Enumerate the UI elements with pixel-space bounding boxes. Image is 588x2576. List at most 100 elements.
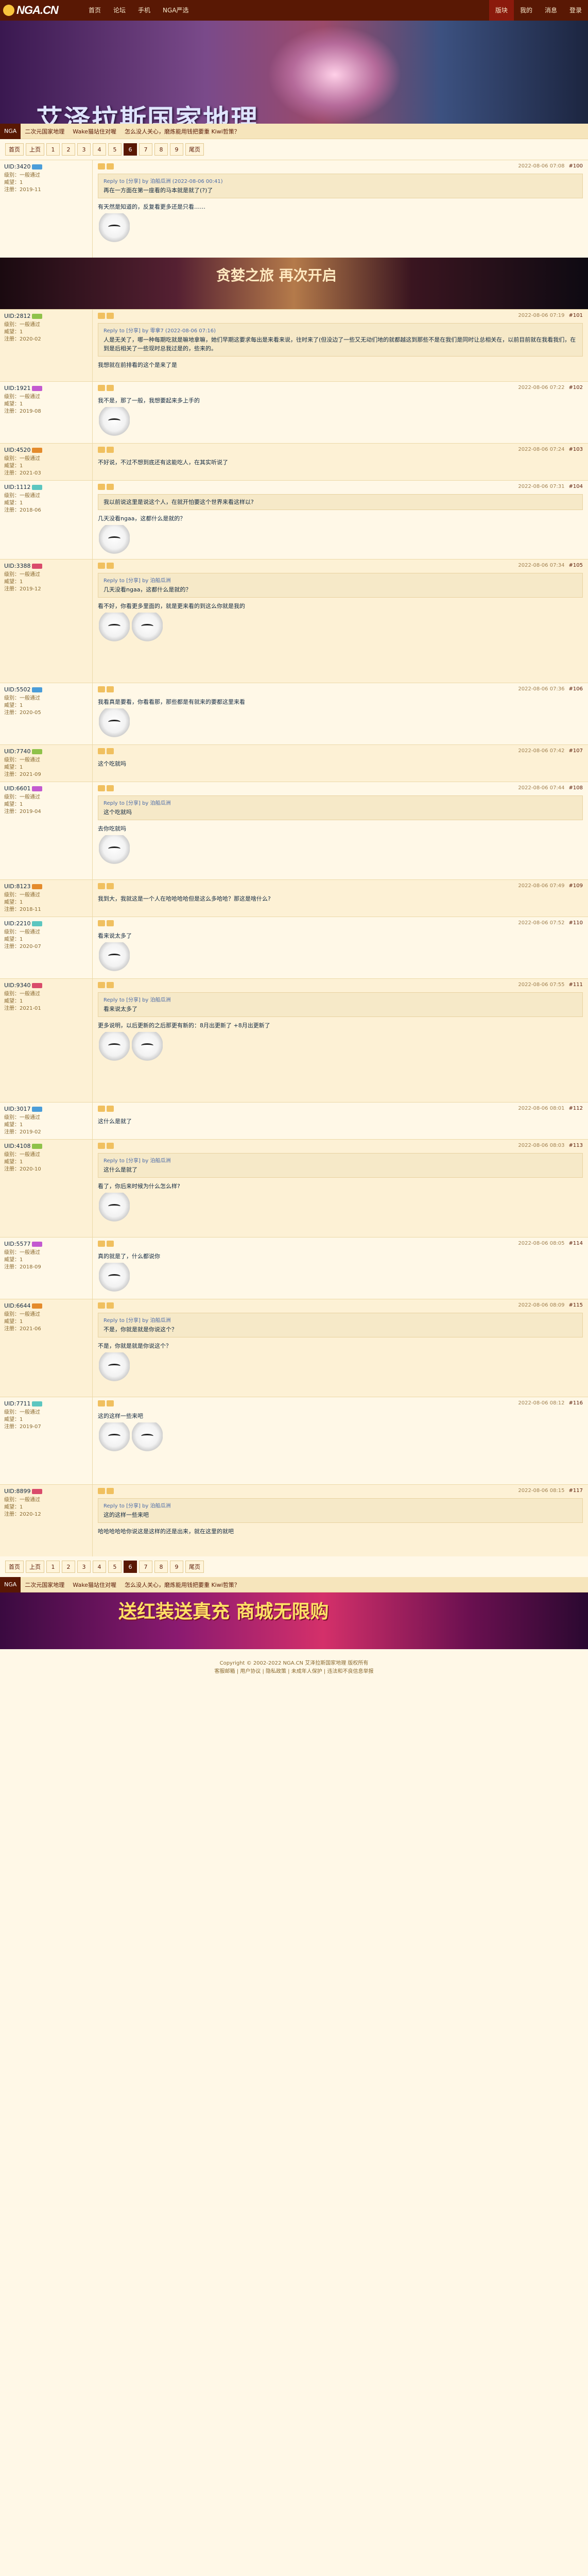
- nav-link-home[interactable]: 首页: [82, 0, 107, 21]
- user-name[interactable]: UID:7711: [4, 1400, 88, 1407]
- quote-icon[interactable]: [107, 982, 114, 988]
- post-floor[interactable]: #106: [569, 686, 583, 692]
- quote-icon[interactable]: [107, 484, 114, 490]
- user-id[interactable]: UID:7740: [4, 748, 30, 755]
- quote-icon[interactable]: [107, 563, 114, 569]
- post-floor[interactable]: #115: [569, 1302, 583, 1308]
- quote-header[interactable]: Reply to [分享] by 泊船瓜洲: [103, 996, 577, 1005]
- quote-header[interactable]: Reply to [分享] by 泊船瓜洲: [103, 1157, 577, 1165]
- sub-bar-item[interactable]: 二次元国家地理: [21, 127, 68, 135]
- user-name[interactable]: UID:4108: [4, 1143, 88, 1149]
- pager-page[interactable]: 2: [62, 143, 75, 156]
- user-id[interactable]: UID:3017: [4, 1106, 30, 1112]
- user-name[interactable]: UID:8899: [4, 1488, 88, 1495]
- user-id[interactable]: UID:6601: [4, 785, 30, 792]
- quote-icon[interactable]: [107, 385, 114, 391]
- quote-icon[interactable]: [107, 1143, 114, 1149]
- quote-icon[interactable]: [107, 1106, 114, 1112]
- reply-icon[interactable]: [98, 1400, 105, 1406]
- pager-page[interactable]: 8: [154, 143, 168, 156]
- user-id[interactable]: UID:1921: [4, 385, 30, 392]
- reply-icon[interactable]: [98, 686, 105, 692]
- sub-bar-item[interactable]: Wake猫站住对喔: [68, 127, 120, 135]
- reply-icon[interactable]: [98, 563, 105, 569]
- reply-icon[interactable]: [98, 1241, 105, 1247]
- site-logo[interactable]: NGA.CN: [0, 0, 77, 21]
- pager-last[interactable]: 尾页: [185, 143, 204, 156]
- post-floor[interactable]: #108: [569, 785, 583, 791]
- pager-page[interactable]: 9: [170, 143, 183, 156]
- post-floor[interactable]: #111: [569, 982, 583, 988]
- sub-bar-item[interactable]: 怎么没人关心，磨炼能用钱把要重 Kiwi哲策？: [120, 1581, 244, 1589]
- user-id[interactable]: UID:3420: [4, 163, 30, 170]
- quote-icon[interactable]: [107, 785, 114, 791]
- user-name[interactable]: UID:8123: [4, 883, 88, 890]
- user-name[interactable]: UID:2812: [4, 313, 88, 319]
- pager-page[interactable]: 5: [108, 1561, 122, 1573]
- user-id[interactable]: UID:5502: [4, 686, 30, 693]
- reply-icon[interactable]: [98, 447, 105, 453]
- quote-icon[interactable]: [107, 163, 114, 170]
- quote-icon[interactable]: [107, 447, 114, 453]
- reply-icon[interactable]: [98, 484, 105, 490]
- pager-page[interactable]: 5: [108, 143, 122, 156]
- user-name[interactable]: UID:9340: [4, 982, 88, 989]
- pager-first[interactable]: 首页: [5, 143, 24, 156]
- pager-first[interactable]: 首页: [5, 1561, 24, 1573]
- pager-page[interactable]: 4: [93, 143, 106, 156]
- post-floor[interactable]: #101: [569, 313, 583, 318]
- pager-page[interactable]: 7: [139, 143, 152, 156]
- reply-icon[interactable]: [98, 785, 105, 791]
- pager-page[interactable]: 2: [62, 1561, 75, 1573]
- post-floor[interactable]: #116: [569, 1400, 583, 1406]
- quote-icon[interactable]: [107, 686, 114, 692]
- bottom-ad-banner[interactable]: 送红装送真充 商城无限购: [0, 1592, 588, 1649]
- reply-icon[interactable]: [98, 748, 105, 754]
- nav-messages[interactable]: 消息: [539, 0, 563, 21]
- quote-icon[interactable]: [107, 1241, 114, 1247]
- user-name[interactable]: UID:1112: [4, 484, 88, 490]
- nav-mine[interactable]: 我的: [514, 0, 539, 21]
- reply-icon[interactable]: [98, 1302, 105, 1309]
- quote-icon[interactable]: [107, 1488, 114, 1494]
- nav-board[interactable]: 版块: [489, 0, 514, 21]
- user-name[interactable]: UID:6644: [4, 1302, 88, 1309]
- post-floor[interactable]: #114: [569, 1241, 583, 1246]
- quote-icon[interactable]: [107, 883, 114, 889]
- post-floor[interactable]: #102: [569, 385, 583, 391]
- post-floor[interactable]: #103: [569, 447, 583, 452]
- reply-icon[interactable]: [98, 883, 105, 889]
- post-floor[interactable]: #105: [569, 563, 583, 568]
- reply-icon[interactable]: [98, 920, 105, 926]
- sub-bar-tag[interactable]: NGA: [0, 1577, 21, 1592]
- sub-bar-item[interactable]: Wake猫站住对喔: [68, 1581, 120, 1589]
- pager-page[interactable]: 8: [154, 1561, 168, 1573]
- reply-icon[interactable]: [98, 1488, 105, 1494]
- user-id[interactable]: UID:4108: [4, 1143, 30, 1149]
- sub-bar-item[interactable]: 怎么没人关心，磨炼能用钱把要重 Kiwi哲策？: [120, 127, 244, 135]
- sub-bar-item[interactable]: 二次元国家地理: [21, 1581, 68, 1589]
- user-name[interactable]: UID:1921: [4, 385, 88, 392]
- pager-page[interactable]: 1: [46, 1561, 60, 1573]
- pager-page[interactable]: 3: [77, 1561, 91, 1573]
- user-id[interactable]: UID:4520: [4, 447, 30, 453]
- pager-last[interactable]: 尾页: [185, 1561, 204, 1573]
- user-name[interactable]: UID:3388: [4, 563, 88, 569]
- sub-bar-tag[interactable]: NGA: [0, 123, 21, 139]
- quote-header[interactable]: Reply to [分享] by 泊船瓜洲 (2022-08-06 00:41): [103, 177, 577, 186]
- user-name[interactable]: UID:5502: [4, 686, 88, 693]
- user-id[interactable]: UID:7711: [4, 1400, 30, 1407]
- quote-header[interactable]: Reply to [分享] by 泊船瓜洲: [103, 577, 577, 585]
- user-name[interactable]: UID:4520: [4, 447, 88, 453]
- user-id[interactable]: UID:1112: [4, 484, 30, 490]
- user-id[interactable]: UID:8123: [4, 883, 30, 890]
- quote-icon[interactable]: [107, 1400, 114, 1406]
- pager-page[interactable]: 4: [93, 1561, 106, 1573]
- reply-icon[interactable]: [98, 313, 105, 319]
- post-floor[interactable]: #112: [569, 1106, 583, 1111]
- user-name[interactable]: UID:6601: [4, 785, 88, 792]
- user-id[interactable]: UID:6644: [4, 1302, 30, 1309]
- user-name[interactable]: UID:7740: [4, 748, 88, 755]
- post-floor[interactable]: #104: [569, 484, 583, 489]
- inline-ad-banner[interactable]: 贪婪之旅 再次开启: [0, 258, 588, 309]
